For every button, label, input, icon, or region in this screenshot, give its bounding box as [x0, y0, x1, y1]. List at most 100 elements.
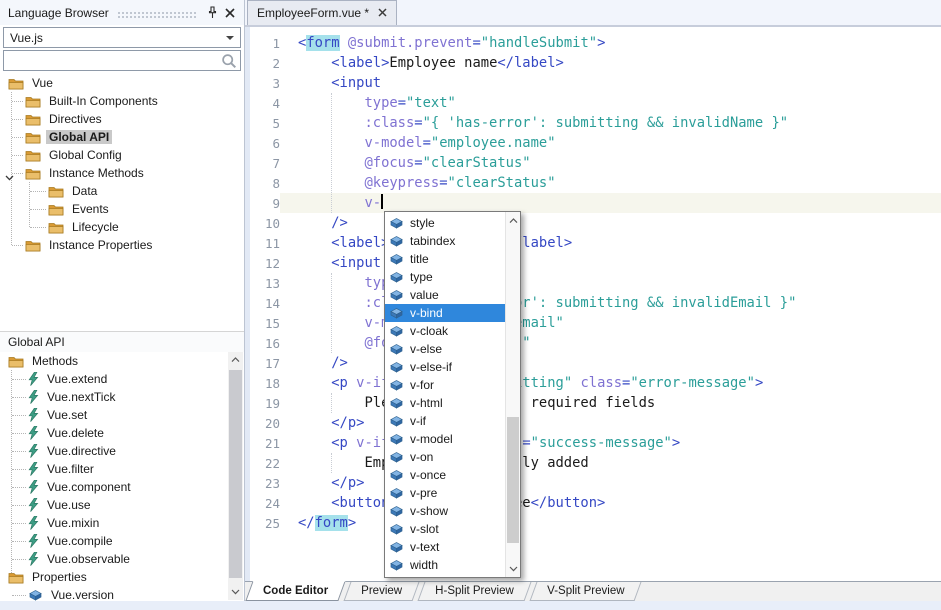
code-line[interactable]: 3 <input — [245, 73, 941, 93]
autocomplete-item[interactable]: v-bind — [385, 304, 505, 322]
code-line[interactable]: 13 type="text" — [245, 273, 941, 293]
tree-item[interactable]: Global API — [0, 128, 244, 146]
scrollbar-thumb[interactable] — [229, 370, 242, 578]
tree-item[interactable]: Global Config — [0, 146, 244, 164]
search-input[interactable] — [4, 54, 221, 68]
code-line[interactable]: 10 /> — [245, 213, 941, 233]
tree-item[interactable]: Vue.delete — [0, 424, 228, 442]
tree-item[interactable]: Events — [0, 200, 244, 218]
autocomplete-item[interactable]: v-once — [385, 466, 505, 484]
code-line[interactable]: 11 <label>Employee email</label> — [245, 233, 941, 253]
tree-item[interactable]: Built-In Components — [0, 92, 244, 110]
tree-item[interactable]: Vue.extend — [0, 370, 228, 388]
scrollbar-thumb[interactable] — [507, 417, 519, 543]
document-tab[interactable]: EmployeeForm.vue * — [247, 0, 397, 25]
close-icon[interactable] — [221, 4, 238, 21]
tree-item-label: Built-In Components — [46, 94, 161, 108]
tree-item[interactable]: Instance Methods — [0, 164, 244, 182]
code-line[interactable]: 9 v- — [245, 193, 941, 213]
scroll-down-icon[interactable] — [228, 584, 243, 600]
autocomplete-item[interactable]: v-show — [385, 502, 505, 520]
code-line[interactable]: 5 :class="{ 'has-error': submitting && i… — [245, 113, 941, 133]
drag-grip[interactable] — [117, 11, 196, 19]
code-line[interactable]: 22 Employee successfully added — [245, 453, 941, 473]
tree-item[interactable]: Data — [0, 182, 244, 200]
tab-close-icon[interactable] — [378, 6, 387, 20]
code-line[interactable]: 18 <p v-if="error && submitting" class="… — [245, 373, 941, 393]
code-line[interactable]: 1<form @submit.prevent="handleSubmit"> — [245, 33, 941, 53]
code-area[interactable]: 1<form @submit.prevent="handleSubmit">2 … — [245, 27, 941, 581]
code-line[interactable]: 7 @focus="clearStatus" — [245, 153, 941, 173]
tree-item-label: Vue.mixin — [44, 516, 102, 530]
autocomplete-item[interactable]: v-else — [385, 340, 505, 358]
view-tab-v-split-preview[interactable]: V-Split Preview — [529, 582, 641, 601]
autocomplete-item[interactable]: v-pre — [385, 484, 505, 502]
code-line[interactable]: 14 :class="{ 'has-error': submitting && … — [245, 293, 941, 313]
autocomplete-item[interactable]: value — [385, 286, 505, 304]
code-line[interactable]: 15 v-model="employee.email" — [245, 313, 941, 333]
autocomplete-item[interactable]: title — [385, 250, 505, 268]
code-line[interactable]: 8 @keypress="clearStatus" — [245, 173, 941, 193]
code-line[interactable]: 19 Please fill out all required fields — [245, 393, 941, 413]
code-text: @focus="clearStatus" — [280, 333, 941, 353]
scroll-up-icon[interactable] — [228, 352, 243, 368]
code-line[interactable]: 25</form> — [245, 513, 941, 533]
autocomplete-item[interactable]: type — [385, 268, 505, 286]
code-text: Employee successfully added — [280, 453, 941, 473]
autocomplete-item[interactable]: tabindex — [385, 232, 505, 250]
language-select[interactable]: Vue.js — [3, 27, 241, 48]
tree-scrollbar[interactable] — [228, 352, 243, 600]
tree-item[interactable]: Vue — [0, 74, 244, 92]
tree-item[interactable]: Vue.filter — [0, 460, 228, 478]
tree-item[interactable]: Lifecycle — [0, 218, 244, 236]
autocomplete-item[interactable]: v-else-if — [385, 358, 505, 376]
tree-item[interactable]: Vue.mixin — [0, 514, 228, 532]
autocomplete-item[interactable]: width — [385, 556, 505, 574]
view-tab-h-split-preview[interactable]: H-Split Preview — [418, 582, 532, 601]
tree-item[interactable]: Vue.compile — [0, 532, 228, 550]
tree-item[interactable]: Vue.version — [0, 586, 228, 601]
autocomplete-item[interactable]: v-slot — [385, 520, 505, 538]
autocomplete-item[interactable]: v-html — [385, 394, 505, 412]
tree-item[interactable]: Vue.nextTick — [0, 388, 228, 406]
code-line[interactable]: 23 </p> — [245, 473, 941, 493]
autocomplete-item[interactable]: v-if — [385, 412, 505, 430]
tree-item[interactable]: Instance Properties — [0, 236, 244, 254]
code-line[interactable]: 4 type="text" — [245, 93, 941, 113]
view-tab-code-editor[interactable]: Code Editor — [245, 581, 345, 601]
tree-item-label: Vue.version — [48, 588, 117, 601]
indent-guide — [331, 273, 332, 353]
line-number: 22 — [250, 453, 280, 473]
tree-item[interactable]: Vue.set — [0, 406, 228, 424]
autocomplete-item[interactable]: v-model — [385, 430, 505, 448]
code-line[interactable]: 6 v-model="employee.name" — [245, 133, 941, 153]
code-line[interactable]: 2 <label>Employee name</label> — [245, 53, 941, 73]
scroll-down-icon[interactable] — [506, 561, 520, 576]
autocomplete-scrollbar[interactable] — [505, 212, 520, 577]
code-line[interactable]: 16 @focus="clearStatus" — [245, 333, 941, 353]
tree-item[interactable]: Directives — [0, 110, 244, 128]
tree-item[interactable]: Vue.component — [0, 478, 228, 496]
autocomplete-item[interactable]: v-for — [385, 376, 505, 394]
tree-item-label: Vue — [29, 76, 56, 90]
tree-item[interactable]: Methods — [0, 352, 228, 370]
code-editor-panel: EmployeeForm.vue * 1<form @submit.preven… — [245, 0, 941, 581]
tree-item[interactable]: Vue.use — [0, 496, 228, 514]
code-line[interactable]: 21 <p v-if="success" class="success-mess… — [245, 433, 941, 453]
scroll-up-icon[interactable] — [506, 213, 520, 228]
tree-connector — [12, 595, 26, 596]
tree-item[interactable]: Vue.observable — [0, 550, 228, 568]
autocomplete-item[interactable]: style — [385, 214, 505, 232]
code-line[interactable]: 12 <input — [245, 253, 941, 273]
code-line[interactable]: 17 /> — [245, 353, 941, 373]
autocomplete-item[interactable]: v-on — [385, 448, 505, 466]
autocomplete-item[interactable]: v-text — [385, 538, 505, 556]
autocomplete-item[interactable]: v-cloak — [385, 322, 505, 340]
view-tab-preview[interactable]: Preview — [344, 582, 420, 601]
tree-item[interactable]: Properties — [0, 568, 228, 586]
pin-icon[interactable] — [204, 4, 221, 21]
tree-item[interactable]: Vue.directive — [0, 442, 228, 460]
code-line[interactable]: 20 </p> — [245, 413, 941, 433]
line-number: 14 — [250, 293, 280, 313]
code-line[interactable]: 24 <button>Add New Employee</button> — [245, 493, 941, 513]
